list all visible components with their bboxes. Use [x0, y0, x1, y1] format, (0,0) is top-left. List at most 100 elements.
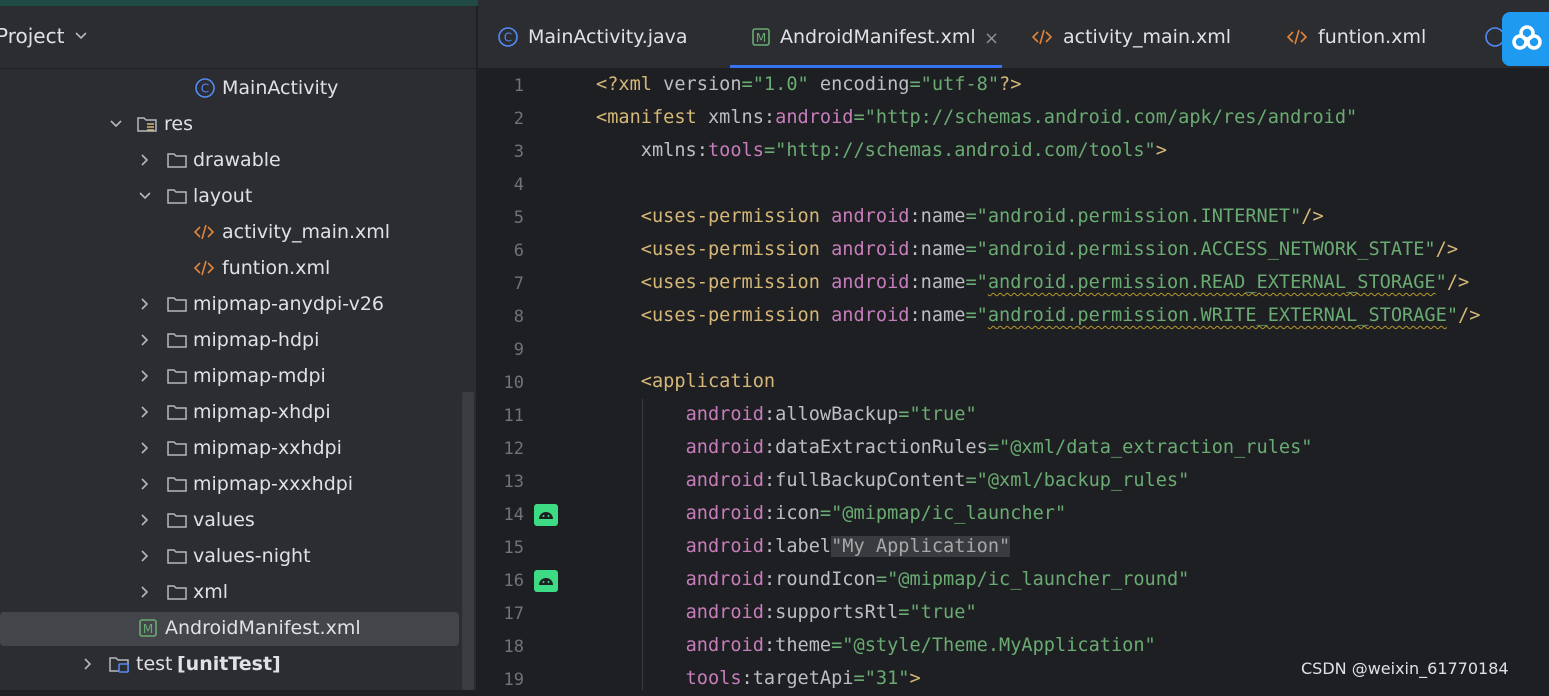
- tree-item-mipmap-anydpi-v26[interactable]: mipmap-anydpi-v26: [0, 286, 476, 322]
- project-panel: Project C MainActivity res drawable layo…: [0, 6, 476, 690]
- tree-item-mipmap-mdpi[interactable]: mipmap-mdpi: [0, 358, 476, 394]
- cloud-icon: [1512, 25, 1542, 50]
- code-line-10: 10 <application: [503, 371, 776, 393]
- svg-text:M: M: [143, 622, 153, 636]
- xml-file-icon: [1031, 29, 1053, 45]
- code-line-6: 6 <uses-permission android:name="android…: [513, 239, 1459, 261]
- code-text: android:fullBackupContent="@xml/backup_r…: [685, 470, 1190, 491]
- code-line-12: 12 android:dataExtractionRules="@xml/dat…: [503, 437, 1313, 459]
- code-line-1: 1 <?xml version="1.0" encoding="utf-8"?>: [513, 74, 1022, 96]
- tree-item-mainactivity[interactable]: C MainActivity: [0, 70, 476, 106]
- code-line-17: 17 android:supportsRtl="true": [503, 602, 977, 624]
- code-line-7: 7 <uses-permission android:name="android…: [513, 272, 1470, 294]
- tree-item-drawable[interactable]: drawable: [0, 142, 476, 178]
- code-line-8: 8 <uses-permission android:name="android…: [513, 305, 1481, 327]
- chevron-right-icon[interactable]: [81, 657, 95, 671]
- chevron-right-icon[interactable]: [138, 585, 152, 599]
- code-text: android:icon="@mipmap/ic_launcher": [685, 503, 1067, 524]
- code-line-2: 2 <manifest xmlns:android="http://schema…: [513, 107, 1358, 129]
- code-text: android:supportsRtl="true": [685, 602, 977, 623]
- code-text: android:roundIcon="@mipmap/ic_launcher_r…: [685, 569, 1190, 590]
- android-icon[interactable]: [534, 570, 558, 592]
- code-line-15: 15 android:label"My Application": [503, 536, 1011, 558]
- code-line-4: 4: [513, 175, 524, 195]
- tree-item-mipmap-xxhdpi[interactable]: mipmap-xxhdpi: [0, 430, 476, 466]
- folder-icon: [167, 477, 187, 492]
- tree-item-mipmap-xxxhdpi[interactable]: mipmap-xxxhdpi: [0, 466, 476, 502]
- chevron-down-icon[interactable]: [138, 189, 152, 203]
- code-text: <manifest xmlns:android="http://schemas.…: [596, 107, 1358, 128]
- tab-androidmanifest-xml[interactable]: M AndroidManifest.xml ×: [730, 6, 1002, 68]
- svg-text:C: C: [201, 82, 209, 96]
- code-line-5: 5 <uses-permission android:name="android…: [513, 206, 1324, 228]
- chevron-right-icon[interactable]: [138, 297, 152, 311]
- tree-item-xml[interactable]: xml: [0, 574, 476, 610]
- code-text: android:dataExtractionRules="@xml/data_e…: [685, 437, 1313, 458]
- code-text: <uses-permission android:name="android.p…: [640, 206, 1324, 227]
- xml-file-icon: [193, 224, 215, 240]
- chevron-right-icon[interactable]: [138, 441, 152, 455]
- editor-tab-bar: C MainActivity.java M AndroidManifest.xm…: [478, 6, 1549, 69]
- code-line-13: 13 android:fullBackupContent="@xml/backu…: [503, 470, 1190, 492]
- xml-file-icon: [1286, 29, 1308, 45]
- chevron-right-icon[interactable]: [138, 549, 152, 563]
- android-icon[interactable]: [534, 504, 558, 526]
- code-line-16: 16 android:roundIcon="@mipmap/ic_launche…: [503, 569, 1190, 592]
- tree-item-funtion-xml[interactable]: funtion.xml: [0, 250, 476, 286]
- tree-item-androidmanifest[interactable]: M AndroidManifest.xml: [0, 610, 476, 646]
- chevron-right-icon[interactable]: [138, 513, 152, 527]
- xml-file-icon: [193, 260, 215, 276]
- project-panel-header: Project: [0, 6, 476, 69]
- code-line-14: 14 android:icon="@mipmap/ic_launcher": [503, 503, 1067, 526]
- tree-item-activity-main-xml[interactable]: activity_main.xml: [0, 214, 476, 250]
- tab-mainactivity-java[interactable]: C MainActivity.java: [478, 6, 728, 68]
- tree-item-mipmap-xhdpi[interactable]: mipmap-xhdpi: [0, 394, 476, 430]
- chevron-right-icon[interactable]: [138, 477, 152, 491]
- tree-item-res[interactable]: res: [0, 106, 476, 142]
- folder-icon: [167, 513, 187, 528]
- watermark: CSDN @weixin_61770184: [1301, 659, 1509, 678]
- folder-icon: [167, 441, 187, 456]
- tree-item-layout[interactable]: layout: [0, 178, 476, 214]
- code-editor[interactable]: 1 <?xml version="1.0" encoding="utf-8"?>…: [478, 69, 1549, 690]
- folder-icon: [167, 333, 187, 348]
- svg-text:M: M: [756, 31, 766, 45]
- chevron-right-icon[interactable]: [138, 333, 152, 347]
- resource-folder-icon: [137, 117, 157, 132]
- code-text: android:label"My Application": [685, 536, 1011, 557]
- code-text: tools:targetApi="31">: [685, 668, 921, 689]
- class-icon: C: [195, 78, 215, 98]
- code-line-11: 11 android:allowBackup="true": [503, 404, 977, 426]
- chevron-down-icon[interactable]: [109, 117, 123, 131]
- close-icon[interactable]: ×: [984, 28, 999, 49]
- tree-item-values-night[interactable]: values-night: [0, 538, 476, 574]
- folder-icon: [167, 297, 187, 312]
- cloud-sync-button[interactable]: [1502, 12, 1549, 66]
- project-view-title[interactable]: Project: [0, 24, 64, 48]
- folder-icon: [167, 549, 187, 564]
- code-text: <?xml version="1.0" encoding="utf-8"?>: [596, 74, 1022, 95]
- chevron-right-icon[interactable]: [138, 369, 152, 383]
- tab-funtion-xml[interactable]: funtion.xml: [1284, 6, 1484, 68]
- tab-activity-main-xml[interactable]: activity_main.xml: [1026, 6, 1262, 68]
- code-line-9: 9: [513, 340, 524, 360]
- code-text: <uses-permission android:name="android.p…: [640, 239, 1459, 260]
- code-line-3: 3 xmlns:tools="http://schemas.android.co…: [513, 140, 1167, 162]
- chevron-right-icon[interactable]: [138, 153, 152, 167]
- tree-item-test[interactable]: test [unitTest]: [0, 646, 476, 682]
- tree-scrollbar[interactable]: [462, 392, 474, 690]
- folder-icon: [167, 405, 187, 420]
- code-text: <application: [640, 371, 776, 392]
- folder-icon: [167, 369, 187, 384]
- chevron-down-icon[interactable]: [74, 30, 88, 42]
- code-text: android:theme="@style/Theme.MyApplicatio…: [685, 635, 1156, 656]
- class-icon: C: [498, 27, 518, 47]
- code-text: android:allowBackup="true": [685, 404, 977, 425]
- svg-text:C: C: [504, 31, 512, 45]
- tree-item-values[interactable]: values: [0, 502, 476, 538]
- folder-icon: [167, 189, 187, 204]
- manifest-icon: M: [752, 28, 770, 46]
- chevron-right-icon[interactable]: [138, 405, 152, 419]
- tree-item-mipmap-hdpi[interactable]: mipmap-hdpi: [0, 322, 476, 358]
- code-text: <uses-permission android:name="android.p…: [640, 305, 1481, 326]
